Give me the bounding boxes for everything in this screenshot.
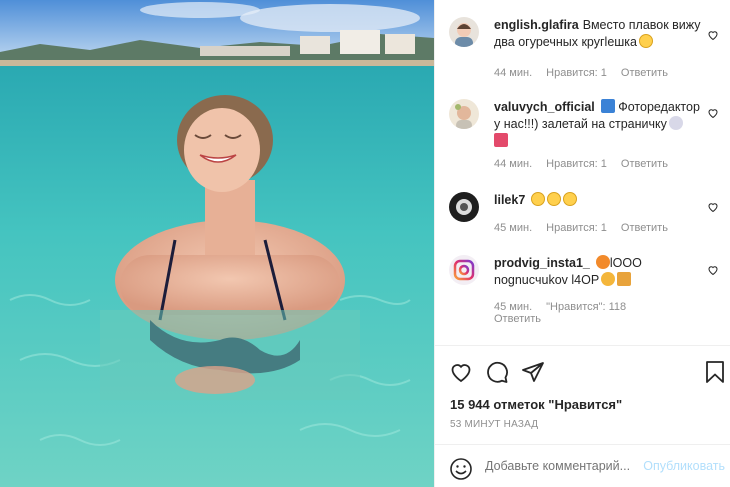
bookmark-icon[interactable]	[703, 360, 727, 384]
reply-button[interactable]: Ответить	[621, 222, 668, 234]
comment-item: english.glafira Вместо плавок вижу два ог…	[449, 17, 721, 87]
comment-username[interactable]: valuvych_official	[494, 100, 595, 114]
add-comment-bar: Опубликовать	[435, 444, 730, 487]
comment-username[interactable]: english.glafira	[494, 18, 579, 32]
laughing-emoji-icon	[547, 192, 562, 206]
share-icon[interactable]	[521, 360, 545, 384]
comment-time[interactable]: 45 мин.	[494, 301, 532, 313]
comment-item: lilek7 45 мин. Нравится: 1 Ответить	[449, 192, 721, 240]
rocket-emoji-icon	[668, 116, 683, 130]
comment-meta: 45 мин. "Нравится": 118 Ответить	[494, 301, 674, 325]
hands-emoji-icon	[601, 272, 616, 286]
like-comment-heart-icon[interactable]	[707, 107, 719, 119]
comment-item: prodvig_insta1_ lOOO nognucчukov l4OP 45 …	[449, 255, 721, 330]
avatar[interactable]	[449, 99, 479, 129]
comment-time[interactable]: 44 мин.	[494, 158, 532, 170]
reply-button[interactable]: Ответить	[494, 313, 541, 325]
comment-likes[interactable]: Нравится: 1	[546, 67, 607, 79]
laughing-emoji-icon	[639, 34, 653, 48]
comment-time[interactable]: 44 мин.	[494, 67, 532, 79]
comments-panel: english.glafira Вместо плавок вижу два ог…	[434, 0, 730, 487]
sea-photo-illustration	[0, 0, 434, 487]
comment-meta: 44 мин. Нравится: 1 Ответить	[494, 67, 682, 79]
heart-icon[interactable]	[449, 360, 473, 384]
comment-likes[interactable]: Нравится: 1	[546, 158, 607, 170]
comment-text: valuvych_official Фоторедактор у нас!!!)…	[494, 99, 704, 150]
comment-item: valuvych_official Фоторедактор у нас!!!)…	[449, 99, 721, 179]
like-comment-heart-icon[interactable]	[707, 201, 719, 213]
comment-meta: 45 мин. Нравится: 1 Ответить	[494, 222, 682, 234]
avatar[interactable]	[449, 17, 479, 47]
post-time[interactable]: 53 МИНУТ НАЗАД	[450, 419, 538, 430]
comment-text: prodvig_insta1_ lOOO nognucчukov l4OP	[494, 255, 704, 289]
comment-username[interactable]: lilek7	[494, 193, 525, 207]
heart-box-emoji-icon	[494, 133, 508, 147]
comment-text: lilek7	[494, 192, 704, 209]
avatar[interactable]	[449, 255, 479, 285]
post-actions: 15 944 отметок "Нравится" 53 МИНУТ НАЗАД…	[435, 345, 730, 487]
laughing-emoji-icon	[563, 192, 578, 206]
fire-emoji-icon	[595, 255, 610, 269]
comment-text: english.glafira Вместо плавок вижу два ог…	[494, 17, 704, 51]
publish-button[interactable]: Опубликовать	[643, 459, 725, 473]
laughing-emoji-icon	[531, 192, 546, 206]
gift-emoji-icon	[617, 272, 632, 286]
emoji-icon[interactable]	[449, 457, 473, 481]
like-comment-heart-icon[interactable]	[707, 264, 719, 276]
comment-input[interactable]	[485, 459, 635, 473]
likes-count[interactable]: 15 944 отметок "Нравится"	[450, 397, 622, 412]
comment-time[interactable]: 45 мин.	[494, 222, 532, 234]
comment-meta: 44 мин. Нравится: 1 Ответить	[494, 158, 682, 170]
post-photo[interactable]	[0, 0, 434, 487]
comment-icon[interactable]	[485, 360, 509, 384]
comment-likes[interactable]: Нравится: 1	[546, 222, 607, 234]
like-comment-heart-icon[interactable]	[707, 29, 719, 41]
comment-likes[interactable]: "Нравится": 118	[546, 301, 626, 313]
avatar[interactable]	[449, 192, 479, 222]
reply-button[interactable]: Ответить	[621, 67, 668, 79]
arrow-emoji-icon	[600, 99, 615, 113]
reply-button[interactable]: Ответить	[621, 158, 668, 170]
comment-username[interactable]: prodvig_insta1_	[494, 256, 590, 270]
